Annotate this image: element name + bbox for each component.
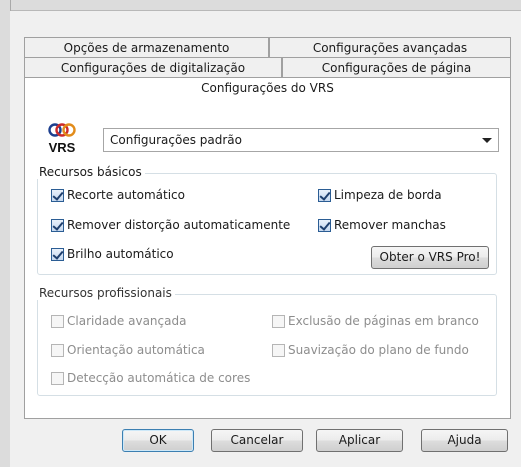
scanner-settings-window: Opções de armazenamento Configurações av… — [0, 0, 521, 467]
checkbox-unchecked-icon — [51, 344, 64, 357]
auto-color-detection-label: Detecção automática de cores — [67, 371, 251, 385]
tab-advanced-settings[interactable]: Configurações avançadas — [269, 37, 511, 57]
ok-button[interactable]: OK — [122, 429, 194, 452]
auto-deskew-label: Remover distorção automaticamente — [67, 218, 291, 232]
checkbox-unchecked-icon — [51, 315, 64, 328]
help-button[interactable]: Ajuda — [421, 429, 508, 452]
advanced-clarity-label: Claridade avançada — [67, 314, 187, 328]
vrs-logo-icon: VRS — [47, 121, 77, 155]
checkbox-checked-icon — [51, 219, 64, 232]
auto-orientation-label: Orientação automática — [67, 343, 205, 357]
auto-crop-label: Recorte automático — [67, 188, 185, 202]
auto-brightness-label: Brilho automático — [67, 247, 174, 261]
basic-features-legend: Recursos básicos — [36, 165, 145, 179]
checkbox-checked-icon — [318, 219, 331, 232]
preset-dropdown-value: Configurações padrão — [110, 133, 242, 147]
vrs-logo-text: VRS — [49, 140, 76, 155]
checkbox-checked-icon — [51, 189, 64, 202]
pro-features-legend: Recursos profissionais — [36, 286, 175, 300]
checkbox-checked-icon — [318, 189, 331, 202]
tab-scan-settings[interactable]: Configurações de digitalização — [24, 57, 282, 77]
checkbox-unchecked-icon — [51, 372, 64, 385]
edge-cleanup-label: Limpeza de borda — [334, 188, 442, 202]
get-vrs-pro-button[interactable]: Obter o VRS Pro! — [371, 246, 489, 269]
checkbox-checked-icon — [51, 248, 64, 261]
cancel-button[interactable]: Cancelar — [211, 429, 303, 452]
checkbox-unchecked-icon — [272, 344, 285, 357]
checkbox-unchecked-icon — [272, 315, 285, 328]
window-top-edge — [0, 0, 521, 11]
chevron-down-icon — [482, 138, 492, 143]
tab-vrs-settings[interactable]: Configurações do VRS — [24, 77, 511, 99]
apply-button[interactable]: Aplicar — [316, 429, 403, 452]
tab-page-settings[interactable]: Configurações de página — [282, 57, 511, 77]
preset-dropdown[interactable]: Configurações padrão — [103, 128, 499, 152]
despeckle-label: Remover manchas — [334, 218, 446, 232]
blank-page-removal-label: Exclusão de páginas em branco — [288, 314, 479, 328]
background-smoothing-label: Suavização do plano de fundo — [288, 343, 469, 357]
tab-storage-options[interactable]: Opções de armazenamento — [24, 37, 269, 57]
